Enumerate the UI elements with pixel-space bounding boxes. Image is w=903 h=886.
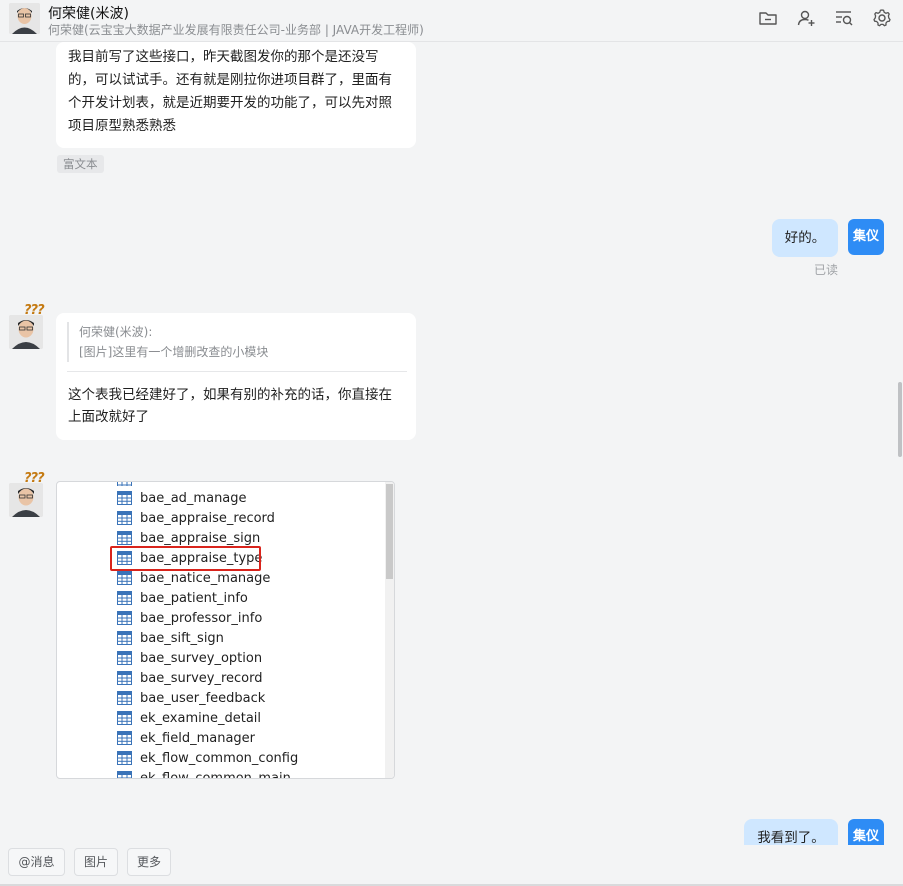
table-list-item: bae_survey_option <box>117 648 262 668</box>
table-icon <box>117 491 132 505</box>
image-message[interactable]: bae_ad_manage bae_appraise_record bae_appr… <box>56 481 395 779</box>
mention-button[interactable]: @消息 <box>8 848 65 876</box>
table-name: bae_appraise_sign <box>140 530 261 546</box>
table-list-item: ek_field_manager <box>117 728 255 748</box>
rich-text-tag: 富文本 <box>57 155 104 173</box>
table-name: bae_survey_record <box>140 670 263 686</box>
table-icon <box>117 571 132 585</box>
table-list-item: ek_flow_common_config <box>117 748 298 768</box>
table-icon <box>117 731 132 745</box>
table-list-item: ek_flow_common_main <box>117 768 291 779</box>
more-button[interactable]: 更多 <box>127 848 171 876</box>
table-icon <box>117 591 132 605</box>
table-icon <box>117 482 132 486</box>
message-bubble-received[interactable]: 我目前写了这些接口，昨天截图发你的那个是还没写 的，可以试试手。还有就是刚拉你进… <box>56 42 416 148</box>
message-line: 的，可以试试手。还有就是刚拉你进项目群了，里面有 <box>68 72 392 88</box>
page-scrollbar[interactable] <box>898 382 902 457</box>
settings-icon[interactable] <box>872 8 892 28</box>
table-icon <box>117 691 132 705</box>
message-line: 项目原型熟悉熟悉 <box>68 118 176 134</box>
table-name: bae_survey_option <box>140 650 263 666</box>
table-icon <box>117 751 132 765</box>
quote-divider <box>67 371 407 372</box>
contact-subtitle: 何荣健(云宝宝大数据产业发展有限责任公司-业务部 | JAVA开发工程师) <box>48 23 424 37</box>
table-icon <box>117 711 132 725</box>
table-name: bae_professor_info <box>140 610 263 626</box>
highlight-box <box>110 546 261 571</box>
table-list-item: bae_patient_info <box>117 588 248 608</box>
table-list-item: bae_professor_info <box>117 608 262 628</box>
table-name: ek_flow_common_main <box>140 770 291 779</box>
table-list-item: bae_appraise_record <box>117 508 275 528</box>
table-list-item: bae_natice_manage <box>117 568 270 588</box>
image-button[interactable]: 图片 <box>74 848 118 876</box>
search-history-icon[interactable] <box>834 8 854 28</box>
quote-author: 何荣健(米波): <box>79 325 153 339</box>
table-list-item: ek_examine_detail <box>117 708 261 728</box>
message-line: 上面改就好了 <box>68 409 149 425</box>
read-status: 已读 <box>814 263 839 277</box>
contact-avatar[interactable] <box>9 3 40 34</box>
quote-text: [图片]这里有一个增删改查的小模块 <box>79 345 269 359</box>
message-line: 个开发计划表，就是近期要开发的功能了，可以先对照 <box>68 95 392 111</box>
table-list-item: bae_survey_record <box>117 668 262 688</box>
add-member-icon[interactable] <box>796 8 816 28</box>
chat-header: 何荣健(米波) 何荣健(云宝宝大数据产业发展有限责任公司-业务部 | JAVA开… <box>0 0 903 42</box>
table-name: bae_patient_info <box>140 590 248 606</box>
sender-avatar[interactable] <box>9 483 43 517</box>
image-scrollbar-track <box>385 482 394 778</box>
table-list-item: bae_ad_manage <box>117 488 247 508</box>
message-line: 我目前写了这些接口，昨天截图发你的那个是还没写 <box>68 49 379 65</box>
table-icon <box>117 611 132 625</box>
table-name: ek_examine_detail <box>140 710 262 726</box>
table-icon <box>117 771 132 778</box>
my-avatar[interactable]: 集仪 <box>848 219 884 255</box>
message-body: 这个表我已经建好了，如果有别的补充的话，你直接在 上面改就好了 <box>68 384 392 428</box>
table-name: bae_user_feedback <box>140 690 266 706</box>
message-bubble-sent[interactable]: 好的。 <box>772 219 838 257</box>
table-icon <box>117 511 132 525</box>
image-scrollbar-thumb <box>386 484 393 579</box>
table-icon <box>117 671 132 685</box>
table-list-item: bae_sift_sign <box>117 628 224 648</box>
table-icon <box>117 651 132 665</box>
table-name: bae_natice_manage <box>140 570 271 586</box>
table-list-item: bae_user_feedback <box>117 688 265 708</box>
folder-icon[interactable] <box>758 8 778 28</box>
table-name: bae_appraise_record <box>140 510 275 526</box>
table-list-item: bae_appraise_sign <box>117 528 260 548</box>
table-name: ek_field_manager <box>140 730 256 746</box>
table-name: ek_flow_common_config <box>140 750 299 766</box>
quoted-message[interactable]: 何荣健(米波): [图片]这里有一个增删改查的小模块 <box>67 322 407 362</box>
message-line: 这个表我已经建好了，如果有别的补充的话，你直接在 <box>68 387 392 403</box>
sender-avatar[interactable] <box>9 315 43 349</box>
table-icon <box>117 631 132 645</box>
table-name: bae_sift_sign <box>140 630 224 646</box>
contact-name[interactable]: 何荣健(米波) <box>48 3 129 23</box>
table-icon <box>117 531 132 545</box>
table-name: bae_ad_manage <box>140 490 247 506</box>
